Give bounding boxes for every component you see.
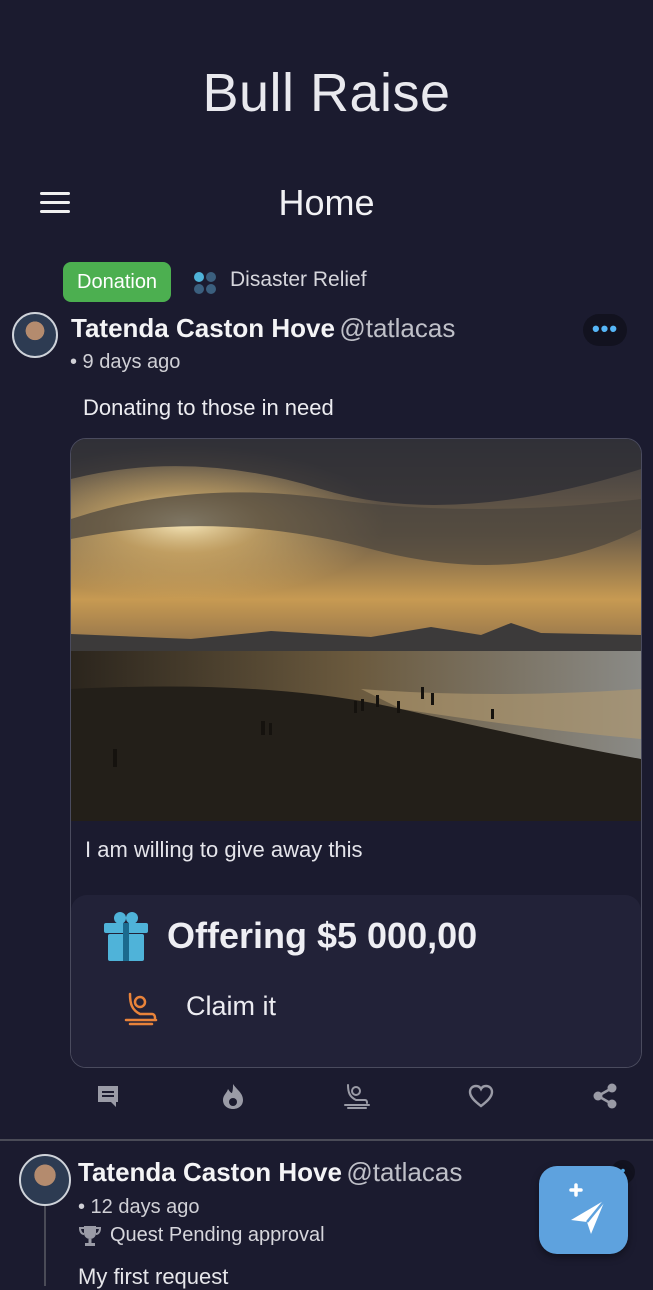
author-name: Tatenda Caston Hove	[71, 313, 335, 343]
trophy-icon	[78, 1226, 102, 1246]
offer-amount: Offering $5 000,00	[167, 915, 478, 956]
share-icon[interactable]	[591, 1082, 619, 1110]
fire-icon[interactable]	[219, 1082, 247, 1110]
heart-icon[interactable]	[467, 1082, 495, 1110]
claim-icon[interactable]	[124, 990, 158, 1026]
author-name: Tatenda Caston Hove	[78, 1157, 342, 1187]
category-icon	[194, 272, 216, 294]
gift-icon	[104, 912, 148, 961]
post-author[interactable]: Tatenda Caston Hove @tatlacas	[71, 313, 455, 344]
author-handle: @tatlacas	[346, 1157, 463, 1187]
category-label[interactable]: Disaster Relief	[230, 268, 367, 292]
post-author[interactable]: Tatenda Caston Hove @tatlacas	[78, 1157, 462, 1188]
card-text: I am willing to give away this	[85, 837, 363, 862]
post-divider	[0, 1139, 653, 1141]
app-title: Bull Raise	[202, 63, 451, 123]
beach-sunset-photo	[71, 439, 641, 821]
comment-icon[interactable]	[94, 1082, 122, 1110]
thread-line	[44, 1206, 46, 1286]
avatar[interactable]	[12, 312, 58, 358]
more-button[interactable]: •••	[583, 314, 627, 346]
post-time: • 12 days ago	[78, 1196, 200, 1218]
post-text: Donating to those in need	[83, 395, 334, 420]
avatar[interactable]	[19, 1154, 71, 1206]
claim-action-icon[interactable]	[343, 1082, 371, 1110]
post-time: • 9 days ago	[70, 351, 181, 373]
page-title: Home	[278, 182, 375, 223]
donation-badge[interactable]: Donation	[63, 262, 172, 302]
new-post-button[interactable]	[539, 1166, 628, 1254]
author-handle: @tatlacas	[339, 313, 456, 343]
donation-card[interactable]: I am willing to give away this Offering …	[70, 438, 642, 1068]
post-text: My first request	[78, 1264, 229, 1289]
offer-box: Offering $5 000,00 Claim it	[71, 895, 641, 1067]
claim-button[interactable]: Claim it	[186, 991, 276, 1022]
more-icon: •••	[591, 316, 619, 341]
quest-status: Quest Pending approval	[110, 1224, 325, 1246]
send-icon	[569, 1183, 606, 1234]
